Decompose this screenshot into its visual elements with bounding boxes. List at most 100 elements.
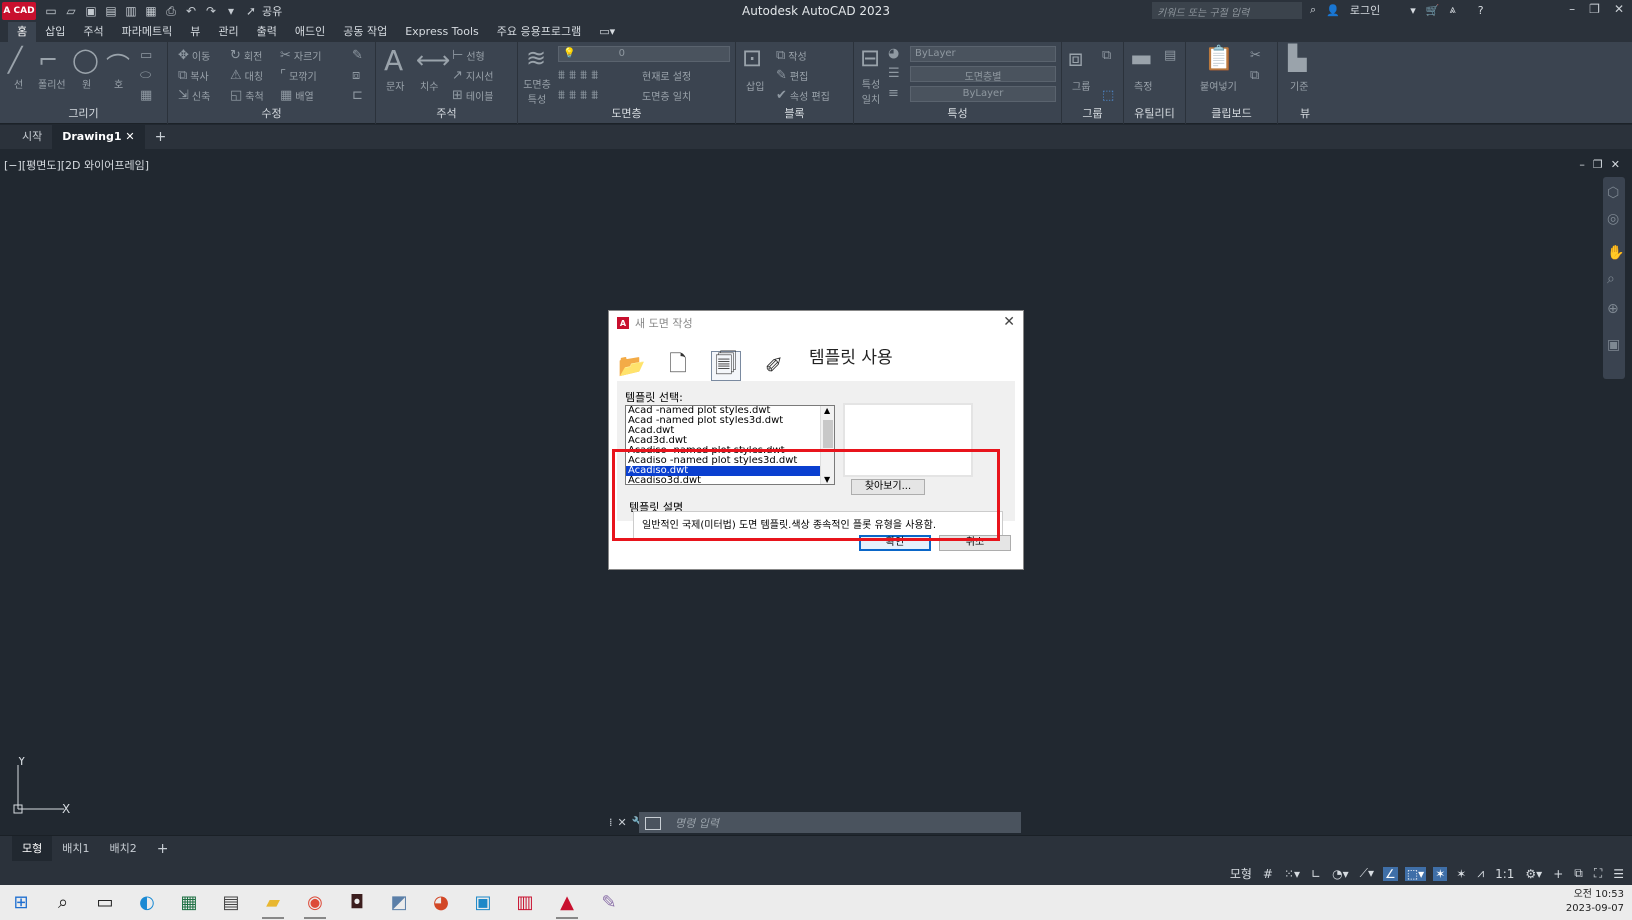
- dimension-icon[interactable]: ⟷: [416, 46, 450, 74]
- copy-clip-icon[interactable]: ⧉: [1250, 68, 1259, 83]
- text-tool[interactable]: 문자: [386, 78, 404, 93]
- layout-tab-layout2[interactable]: 배치2: [100, 836, 147, 862]
- undo-icon[interactable]: ↶: [182, 3, 200, 19]
- ortho-icon[interactable]: ∟: [1309, 867, 1323, 881]
- file-explorer-icon[interactable]: ▰: [252, 885, 294, 920]
- object-snap-icon[interactable]: ⬚▾: [1404, 866, 1427, 881]
- new-tab-plus-icon[interactable]: +: [145, 125, 177, 149]
- restore-icon[interactable]: ❐: [1593, 158, 1603, 171]
- use-wizard-icon[interactable]: ✐: [759, 351, 789, 381]
- calculator-icon[interactable]: ▤: [1164, 48, 1176, 63]
- panel-title-properties[interactable]: 특성: [854, 105, 1061, 121]
- group-tool[interactable]: 그룹: [1072, 78, 1090, 93]
- match-properties-icon[interactable]: ⊟: [860, 44, 880, 72]
- match-layer-tool[interactable]: 도면층 일치: [642, 88, 691, 103]
- use-template-icon[interactable]: 🗐: [711, 351, 741, 381]
- layer-properties-icon[interactable]: ≋: [526, 44, 546, 72]
- publish-icon[interactable]: ▦: [142, 3, 160, 19]
- close-icon[interactable]: ✕: [1003, 314, 1015, 330]
- group-select-icon[interactable]: ⬚: [1102, 88, 1114, 103]
- set-current-tool[interactable]: 현재로 설정: [642, 68, 691, 83]
- ribbon-tab-parametric[interactable]: 파라메트릭: [113, 22, 182, 42]
- polyline-icon[interactable]: ⌐: [38, 46, 58, 74]
- annotation-scale-icon[interactable]: ⩘: [1475, 866, 1486, 881]
- lineweight-dropdown[interactable]: ByLayer: [910, 86, 1056, 102]
- lineweight-icon[interactable]: ≡: [888, 86, 899, 101]
- create-block-tool[interactable]: ⧉ 작성: [776, 48, 807, 63]
- rectangle-icon[interactable]: ▭: [140, 48, 152, 63]
- polar-icon[interactable]: ◔▾: [1330, 867, 1351, 881]
- hangul-word-icon[interactable]: ▣: [462, 885, 504, 920]
- move-tool[interactable]: ✥ 이동: [178, 48, 210, 63]
- share-label[interactable]: 공유: [262, 3, 282, 19]
- cart-icon[interactable]: 🛒: [1426, 4, 1440, 17]
- edge-browser-icon[interactable]: ◐: [126, 885, 168, 920]
- leader-tool[interactable]: ↗ 지시선: [452, 68, 494, 83]
- restore-icon[interactable]: ❐: [1589, 2, 1600, 16]
- autocad-taskbar-icon[interactable]: ▲: [546, 885, 588, 920]
- layout-tab-layout1[interactable]: 배치1: [52, 836, 99, 862]
- layout-tab-model[interactable]: 모형: [12, 835, 53, 862]
- autodesk-app-icon[interactable]: ⩓: [1449, 3, 1455, 17]
- color-wheel-icon[interactable]: ◕: [888, 46, 899, 61]
- table-tool[interactable]: ⊞ 테이블: [452, 88, 494, 103]
- auto-scale-icon[interactable]: ✶: [1454, 867, 1468, 881]
- kakaotalk-icon[interactable]: ◘: [336, 885, 378, 920]
- offset-icon[interactable]: ⊏: [352, 88, 363, 103]
- stretch-tool[interactable]: ⇲ 신축: [178, 88, 210, 103]
- minimize-icon[interactable]: –: [1579, 158, 1585, 171]
- panel-title-clipboard[interactable]: 클립보드: [1186, 105, 1277, 121]
- insert-block-icon[interactable]: ⊡: [742, 44, 762, 72]
- hatch-icon[interactable]: ▦: [140, 88, 152, 103]
- system-clock[interactable]: 오전 10:53 2023-09-07: [1566, 888, 1624, 916]
- edit-block-tool[interactable]: ✎ 편집: [776, 68, 808, 83]
- copy-tool[interactable]: ⧉ 복사: [178, 68, 209, 83]
- pan-icon[interactable]: ✋: [1607, 245, 1624, 261]
- login-label[interactable]: 로그인: [1350, 2, 1380, 18]
- base-view-icon[interactable]: ▙: [1288, 44, 1306, 72]
- ribbon-tab-addins[interactable]: 애드인: [286, 22, 334, 42]
- add-layout-plus-icon[interactable]: +: [147, 836, 179, 862]
- file-tab-drawing1[interactable]: Drawing1 ✕: [52, 125, 145, 149]
- close-icon[interactable]: ✕: [1614, 2, 1624, 16]
- color-dropdown[interactable]: ByLayer: [910, 46, 1056, 62]
- ribbon-tab-home[interactable]: 홈: [8, 22, 37, 42]
- panel-title-annotation[interactable]: 주석: [376, 105, 517, 121]
- close-icon[interactable]: ✕: [1611, 158, 1620, 171]
- open-folder-icon[interactable]: ▱: [62, 3, 80, 19]
- powerpoint-icon[interactable]: ◕: [420, 885, 462, 920]
- save-as-icon[interactable]: ▤: [102, 3, 120, 19]
- dimension-tool[interactable]: 치수: [420, 78, 438, 93]
- keyword-search-input[interactable]: 키워드 또는 구절 입력: [1152, 2, 1302, 19]
- ribbon-tab-annotate[interactable]: 주석: [74, 22, 112, 42]
- base-tool[interactable]: 기준: [1290, 78, 1308, 93]
- edit-attribute-tool[interactable]: ✔ 속성 편집: [776, 88, 830, 103]
- text-icon[interactable]: A: [384, 44, 403, 77]
- measure-tool[interactable]: 측정: [1134, 78, 1152, 93]
- measure-icon[interactable]: ▬: [1130, 44, 1153, 72]
- orbit-icon[interactable]: ⊕: [1607, 301, 1619, 317]
- user-icon[interactable]: 👤: [1326, 4, 1340, 17]
- panel-title-utilities[interactable]: 유틸리티: [1124, 105, 1185, 121]
- search-icon[interactable]: ⌕: [1310, 3, 1316, 17]
- panel-title-modify[interactable]: 수정: [168, 105, 375, 121]
- viewport-controls-label[interactable]: [−][평면도][2D 와이어프레임]: [4, 157, 149, 173]
- help-icon[interactable]: ?: [1478, 4, 1484, 17]
- ribbon-tab-output[interactable]: 출력: [248, 22, 286, 42]
- ribbon-minimize-icon[interactable]: ▭▾: [590, 22, 624, 42]
- ribbon-tab-view[interactable]: 뷰: [181, 22, 209, 42]
- minimize-icon[interactable]: –: [1569, 2, 1575, 16]
- file-tab-start[interactable]: 시작: [12, 125, 52, 149]
- store-app-icon[interactable]: ▥: [504, 885, 546, 920]
- layer-properties-tool[interactable]: 도면층 특성: [522, 76, 552, 106]
- new-file-icon[interactable]: ▭: [42, 3, 60, 19]
- layer-tools-row-2[interactable]: ⩩ ⩩ ⩩ ⩩: [558, 88, 598, 103]
- redo-icon[interactable]: ↷: [202, 3, 220, 19]
- object-snap-tracking-icon[interactable]: ∠: [1383, 866, 1398, 881]
- layer-tools-row-1[interactable]: ⩩ ⩩ ⩩ ⩩: [558, 68, 598, 83]
- start-from-scratch-icon[interactable]: 🗋: [663, 351, 693, 381]
- trim-tool[interactable]: ✂ 자르기: [280, 48, 322, 63]
- list-item[interactable]: Acad3d.dwt: [626, 436, 821, 446]
- search-icon[interactable]: ⌕: [42, 885, 84, 920]
- arc-tool[interactable]: 호: [114, 76, 123, 91]
